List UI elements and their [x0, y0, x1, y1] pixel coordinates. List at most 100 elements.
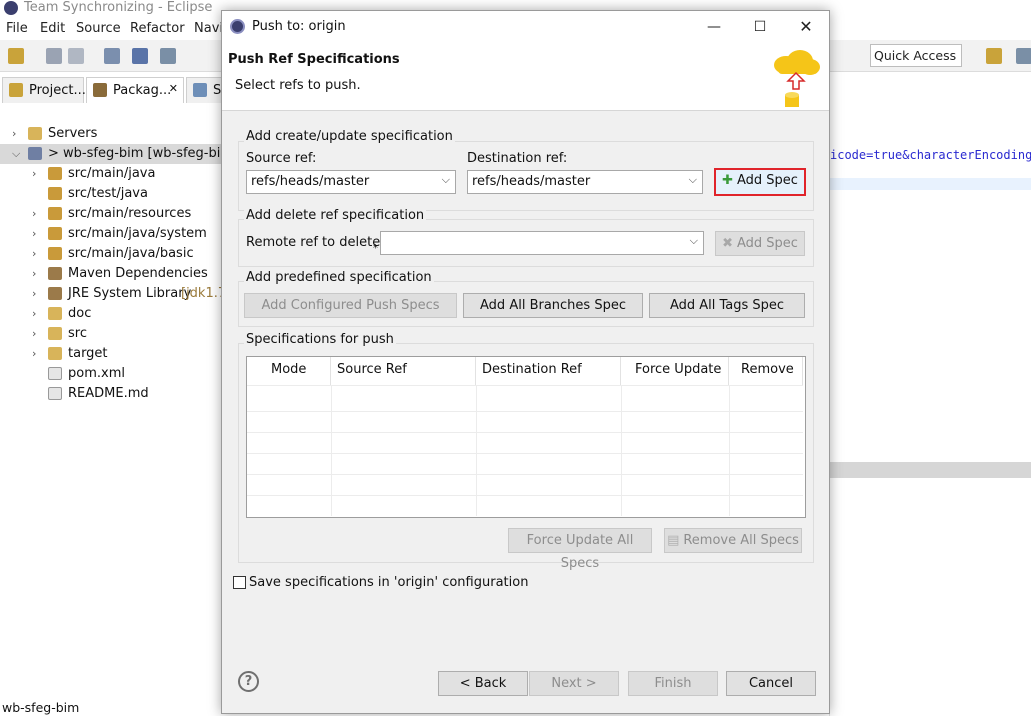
page-subtitle: Select refs to push. — [235, 78, 361, 93]
help-icon[interactable]: ? — [238, 671, 259, 692]
menu-source[interactable]: Source — [76, 21, 121, 36]
remove-icon: ▤ — [667, 533, 680, 548]
console-icon[interactable] — [132, 48, 148, 64]
folder-icon — [48, 347, 62, 360]
package-folder-icon — [48, 187, 62, 200]
remove-all-specs-button[interactable]: ▤ Remove All Specs — [664, 528, 802, 553]
add-all-tags-spec-button[interactable]: Add All Tags Spec — [649, 293, 805, 318]
chevron-right-icon[interactable]: › — [32, 347, 36, 360]
project-icon — [28, 147, 42, 160]
tree-item[interactable]: pom.xml — [0, 364, 222, 384]
tree-item[interactable]: › doc — [0, 304, 222, 324]
back-button[interactable]: < Back — [438, 671, 528, 696]
maximize-icon[interactable]: ☐ — [737, 11, 783, 43]
column-divider — [621, 385, 622, 516]
column-header-force-update[interactable]: Force Update — [621, 357, 729, 385]
binary-icon[interactable] — [104, 48, 120, 64]
remote-ref-combo[interactable]: ⌵ — [380, 231, 704, 255]
tree-item[interactable]: ⌵ > wb-sfeg-bim [wb-sfeg-bim — [0, 144, 233, 164]
tree-item[interactable]: src/test/java — [0, 184, 222, 204]
chevron-right-icon[interactable]: › — [32, 307, 36, 320]
tree-item[interactable]: › src/main/java/basic — [0, 244, 222, 264]
chevron-right-icon[interactable]: › — [32, 227, 36, 240]
tree-item[interactable]: › Servers — [0, 124, 222, 144]
tree-item[interactable]: README.md — [0, 384, 222, 404]
package-folder-icon — [48, 227, 62, 240]
cancel-button[interactable]: Cancel — [726, 671, 816, 696]
editor-snippet: icode=true&characterEncoding= — [830, 148, 1031, 162]
column-header-source-ref[interactable]: Source Ref — [331, 357, 476, 385]
editor-scrollbar[interactable] — [830, 462, 1031, 478]
source-ref-combo[interactable]: refs/heads/master ⌵ — [246, 170, 456, 194]
push-dialog: Push to: origin — ☐ ✕ Push Ref Specifica… — [221, 10, 830, 714]
tree-item-label: src/main/java — [68, 166, 156, 181]
package-folder-icon — [48, 207, 62, 220]
tree-item[interactable]: › src/main/resources — [0, 204, 222, 224]
next-button[interactable]: Next > — [529, 671, 619, 696]
tree-item[interactable]: › src/main/java/system — [0, 224, 222, 244]
destination-ref-label: Destination ref: — [467, 151, 568, 166]
chevron-down-icon[interactable]: ⌵ — [12, 147, 20, 161]
chevron-down-icon: ⌵ — [689, 234, 698, 247]
quick-access-input[interactable]: Quick Access — [870, 44, 962, 67]
tree-item-label: src/test/java — [68, 186, 148, 201]
eclipse-window-title: Team Synchronizing - Eclipse — [24, 0, 213, 15]
menu-edit[interactable]: Edit — [40, 21, 65, 36]
chevron-right-icon[interactable]: › — [32, 267, 36, 280]
close-icon[interactable]: ✕ — [169, 82, 178, 95]
project-explorer-icon — [9, 83, 23, 97]
tree-item-label: doc — [68, 306, 92, 321]
tree-item[interactable]: › target — [0, 344, 222, 364]
specifications-group-title: Specifications for push — [244, 332, 396, 347]
close-icon[interactable]: ✕ — [783, 11, 829, 43]
open-perspective-icon[interactable] — [986, 48, 1002, 64]
tree-item[interactable]: › src/main/java — [0, 164, 222, 184]
chevron-right-icon[interactable]: › — [32, 327, 36, 340]
eclipse-logo-icon — [230, 19, 245, 34]
perspective-icon[interactable] — [1016, 48, 1031, 64]
minimize-icon[interactable]: — — [691, 11, 737, 43]
chevron-right-icon[interactable]: › — [32, 207, 36, 220]
menu-file[interactable]: File — [6, 21, 28, 36]
tree-item[interactable]: › JRE System Library [jdk1.7 — [0, 284, 226, 304]
chevron-right-icon[interactable]: › — [32, 167, 36, 180]
add-all-branches-spec-button[interactable]: Add All Branches Spec — [463, 293, 643, 318]
dialog-title: Push to: origin — [252, 19, 346, 34]
tree-item[interactable]: › Maven Dependencies — [0, 264, 222, 284]
chevron-right-icon[interactable]: › — [32, 247, 36, 260]
add-delete-spec-button[interactable]: ✖ Add Spec — [715, 231, 805, 256]
chevron-right-icon[interactable]: › — [12, 127, 16, 140]
save-specifications-label[interactable]: Save specifications in 'origin' configur… — [249, 575, 528, 590]
add-configured-push-specs-button[interactable]: Add Configured Push Specs — [244, 293, 457, 318]
finish-button[interactable]: Finish — [628, 671, 718, 696]
library-icon — [48, 287, 62, 300]
file-icon — [48, 387, 62, 400]
remote-ref-label: Remote ref to delete: — [246, 235, 385, 250]
page-title: Push Ref Specifications — [228, 52, 400, 67]
menu-refactor[interactable]: Refactor — [130, 21, 185, 36]
chevron-right-icon[interactable]: › — [32, 287, 36, 300]
source-ref-label: Source ref: — [246, 151, 317, 166]
column-header-destination-ref[interactable]: Destination Ref — [476, 357, 621, 385]
tree-item-label: Servers — [48, 126, 98, 141]
column-header-remove[interactable]: Remove — [729, 357, 803, 385]
menu-navigate[interactable]: Navi — [194, 21, 223, 36]
run-config-icon[interactable] — [160, 48, 176, 64]
force-update-all-specs-button[interactable]: Force Update All Specs — [508, 528, 652, 571]
library-icon — [48, 267, 62, 280]
save-all-icon[interactable] — [68, 48, 84, 64]
new-icon[interactable] — [8, 48, 24, 64]
add-spec-button[interactable]: ✚ Add Spec — [714, 168, 806, 196]
tab-project-explorer[interactable]: Project... — [2, 77, 86, 103]
specifications-table[interactable]: Mode Source Ref Destination Ref Force Up… — [246, 356, 806, 518]
destination-ref-combo[interactable]: refs/heads/master ⌵ — [467, 170, 703, 194]
save-specifications-checkbox[interactable] — [233, 576, 246, 589]
tree-item[interactable]: › src — [0, 324, 222, 344]
tab-synchronize[interactable]: Sy — [186, 77, 229, 103]
delete-icon: ✖ — [722, 236, 733, 251]
column-header-mode[interactable]: Mode — [247, 357, 331, 385]
delete-spec-group-title: Add delete ref specification — [244, 208, 427, 223]
save-icon[interactable] — [46, 48, 62, 64]
tab-package-explorer[interactable]: Packag... ✕ — [86, 77, 184, 103]
dialog-title-bar: Push to: origin — ☐ ✕ — [222, 11, 829, 43]
